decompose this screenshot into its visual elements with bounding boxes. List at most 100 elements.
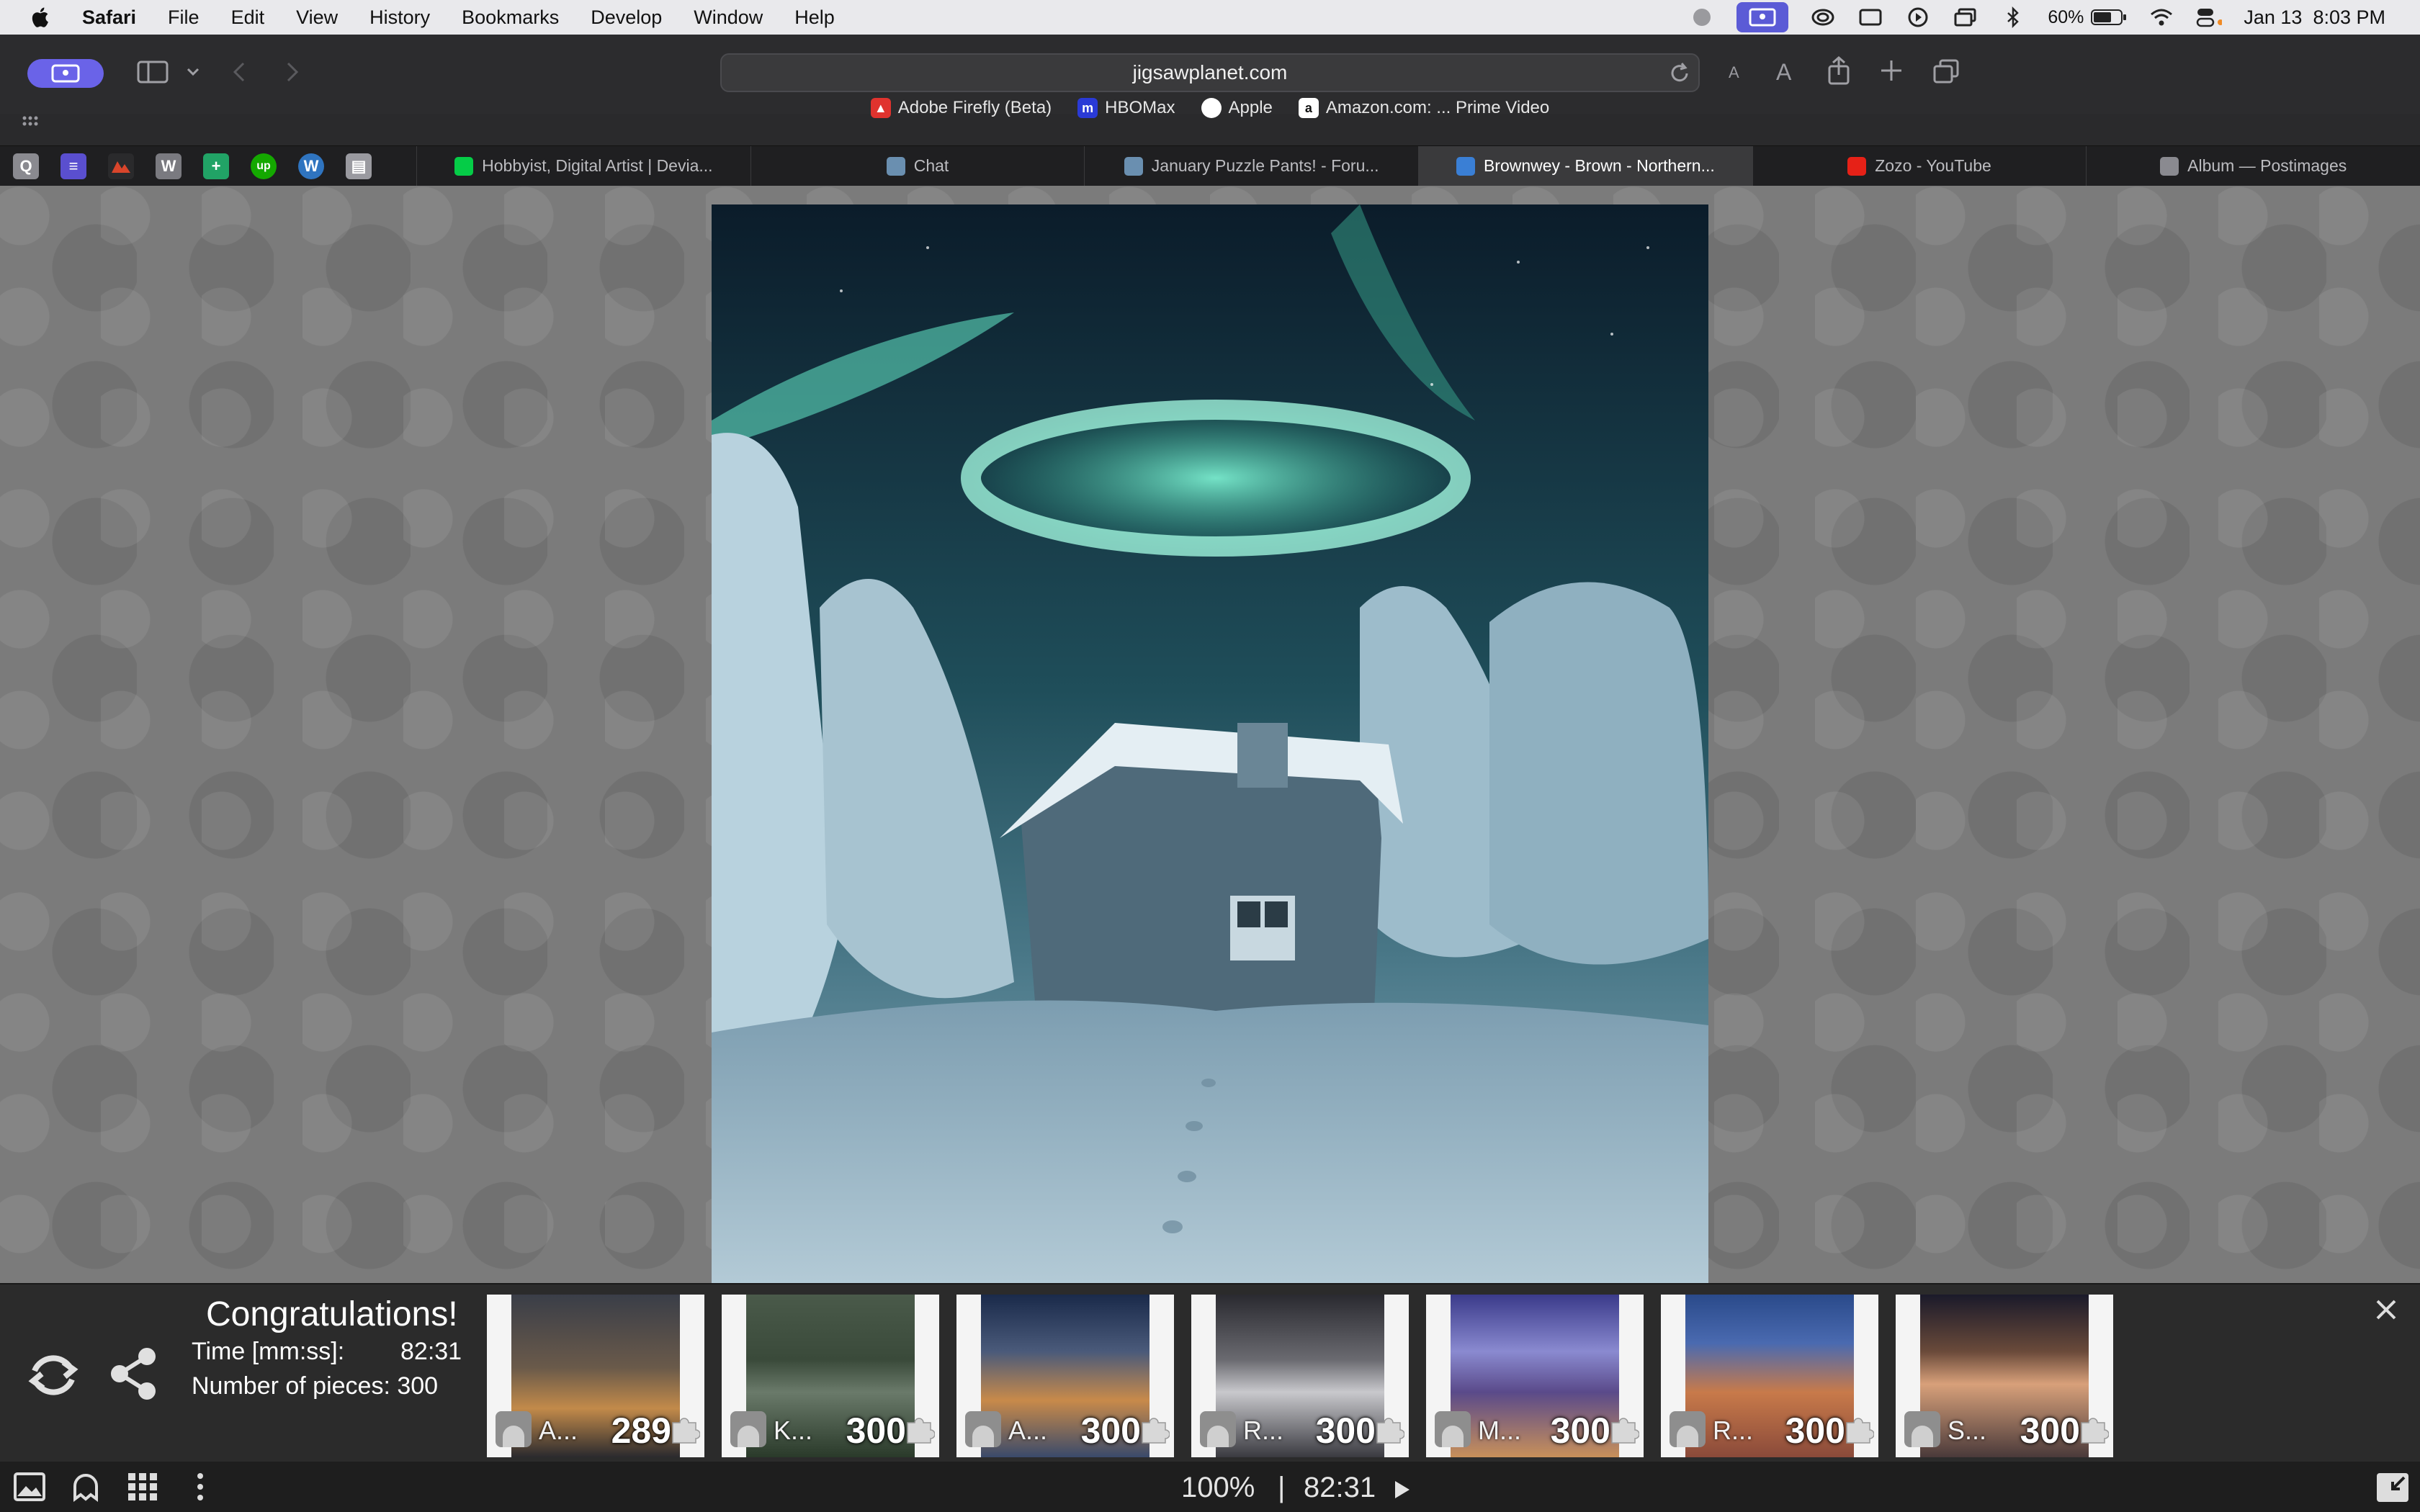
tab-bar: Q ≡ W + up W ▤ Hobbyist, Digital Artist … [0, 145, 2420, 186]
favorite-hbomax[interactable]: m HBOMax [1077, 95, 1175, 121]
menu-datetime[interactable]: Jan 13 8:03 PM [2244, 6, 2385, 29]
pinned-tab-mountain-icon[interactable] [108, 153, 134, 179]
puzzle-piece-icon [672, 1418, 700, 1444]
apple-logo-icon[interactable] [29, 5, 53, 30]
tab-label: Brownwey - Brown - Northern... [1483, 156, 1715, 175]
display-icon[interactable] [1857, 4, 1883, 30]
url-text: jigsawplanet.com [1132, 61, 1288, 84]
back-arrow-icon[interactable] [230, 60, 248, 84]
tab-youtube[interactable]: Zozo - YouTube [1752, 146, 2087, 186]
tab-overview-icon[interactable] [1933, 59, 1959, 84]
suggested-puzzle[interactable]: S... 300 [1896, 1295, 2113, 1457]
menu-edit[interactable]: Edit [215, 6, 281, 29]
chevron-down-icon[interactable] [186, 65, 200, 79]
creative-cloud-icon[interactable] [1810, 4, 1836, 30]
ghost-image-icon[interactable] [69, 1472, 102, 1506]
menu-bookmarks[interactable]: Bookmarks [446, 6, 575, 29]
bluetooth-icon[interactable] [2000, 4, 2026, 30]
browser-toolbar: jigsawplanet.com A A ▲ Adobe Firefly (Be… [0, 35, 2420, 126]
reload-icon[interactable] [1668, 62, 1691, 90]
tab-postimages[interactable]: Album — Postimages [2086, 146, 2420, 186]
address-bar[interactable]: jigsawplanet.com [720, 53, 1700, 92]
more-options-icon[interactable] [194, 1472, 206, 1506]
menu-file[interactable]: File [152, 6, 215, 29]
menu-view[interactable]: View [280, 6, 354, 29]
battery-status[interactable]: 60% [2048, 7, 2127, 28]
pinned-tab-list-icon[interactable]: ≡ [60, 153, 86, 179]
share-icon[interactable] [1827, 56, 1851, 85]
tab-deviantart[interactable]: Hobbyist, Digital Artist | Devia... [416, 146, 750, 186]
zoom-level[interactable]: 100% [1181, 1472, 1255, 1504]
play-icon[interactable] [1393, 1479, 1412, 1504]
favorite-apple[interactable]: Apple [1201, 95, 1273, 121]
tab-brownwey-active[interactable]: Brownwey - Brown - Northern... [1418, 146, 1752, 186]
tab-puzzle-pants-forum[interactable]: January Puzzle Pants! - Foru... [1084, 146, 1418, 186]
menu-app-name[interactable]: Safari [66, 6, 152, 29]
avatar [1435, 1411, 1471, 1447]
suggested-puzzle[interactable]: A... 300 [956, 1295, 1174, 1457]
author-name: A... [539, 1416, 578, 1445]
screen-share-icon[interactable] [1736, 2, 1789, 32]
avatar [1904, 1411, 1940, 1447]
suggested-puzzle[interactable]: M... 300 [1426, 1295, 1644, 1457]
play-icon[interactable] [1905, 4, 1931, 30]
tab-chat[interactable]: Chat [750, 146, 1085, 186]
puzzle-piece-icon [1846, 1418, 1874, 1444]
font-larger-button[interactable]: A [1776, 59, 1791, 86]
menu-develop[interactable]: Develop [575, 6, 678, 29]
suggested-puzzle[interactable]: K... 300 [722, 1295, 939, 1457]
favorite-adobe-firefly[interactable]: ▲ Adobe Firefly (Beta) [870, 95, 1052, 121]
avatar [1670, 1411, 1706, 1447]
time-label: Time [mm:ss]: [192, 1338, 345, 1365]
apple-favicon-icon [1201, 98, 1222, 118]
forward-arrow-icon[interactable] [284, 60, 301, 84]
font-smaller-button[interactable]: A [1729, 63, 1739, 82]
completed-puzzle-image [712, 204, 1708, 1284]
pinned-tab-wordpress-icon[interactable]: W [298, 153, 324, 179]
pinned-tab-reader-icon[interactable]: ▤ [346, 153, 372, 179]
author-name: R... [1243, 1416, 1284, 1445]
favorite-label: HBOMax [1105, 98, 1175, 117]
fullscreen-exit-icon[interactable] [2375, 1472, 2410, 1507]
windows-icon[interactable] [1953, 4, 1978, 30]
close-icon[interactable] [2374, 1297, 2398, 1326]
tab-label: Zozo - YouTube [1875, 156, 1991, 175]
image-preview-icon[interactable] [13, 1472, 46, 1506]
status-separator: | [1278, 1472, 1286, 1503]
grid-icon[interactable] [127, 1472, 158, 1506]
control-center-icon[interactable] [2196, 4, 2223, 30]
pinned-tab-upwork-icon[interactable]: up [251, 153, 277, 179]
jigsawplanet-icon [886, 156, 905, 176]
battery-percent: 60% [2048, 6, 2084, 27]
favorite-label: Amazon.com: ... Prime Video [1325, 98, 1550, 117]
puzzle-board[interactable] [0, 186, 2420, 1284]
pinned-tabs: Q ≡ W + up W ▤ [0, 146, 416, 186]
suggested-puzzle[interactable]: R... 300 [1661, 1295, 1878, 1457]
piece-count: 289 [611, 1410, 671, 1451]
menu-history[interactable]: History [354, 6, 446, 29]
wifi-icon[interactable] [2148, 4, 2174, 30]
pinned-tab-w-icon[interactable]: W [156, 153, 182, 179]
piece-count: 300 [1550, 1410, 1610, 1451]
menu-help[interactable]: Help [779, 6, 851, 29]
congrats-title: Congratulations! [206, 1295, 458, 1333]
piece-count: 300 [1785, 1410, 1845, 1451]
menu-window[interactable]: Window [678, 6, 779, 29]
puzzle-status-bar: 100% | 82:31 [0, 1462, 2420, 1512]
favorite-amazon-prime[interactable]: a Amazon.com: ... Prime Video [1298, 95, 1550, 121]
pinned-tab-sheets-icon[interactable]: + [203, 153, 229, 179]
favorite-label: Adobe Firefly (Beta) [897, 98, 1052, 117]
suggested-puzzle[interactable]: R... 300 [1191, 1295, 1409, 1457]
share-puzzle-icon[interactable] [107, 1346, 161, 1405]
favorite-label: Apple [1228, 98, 1273, 117]
new-tab-icon[interactable] [1880, 59, 1903, 82]
sidebar-toggle-icon[interactable] [137, 60, 169, 84]
adobe-icon: ▲ [870, 98, 891, 118]
record-indicator-icon[interactable] [1689, 4, 1715, 30]
pinned-tab-q-icon[interactable]: Q [13, 153, 39, 179]
hbomax-icon: m [1077, 98, 1098, 118]
suggested-puzzle[interactable]: A... 289 [487, 1295, 704, 1457]
profile-button[interactable] [27, 59, 104, 88]
pieces-count: Number of pieces: 300 [192, 1372, 439, 1400]
replay-icon[interactable] [24, 1346, 82, 1408]
